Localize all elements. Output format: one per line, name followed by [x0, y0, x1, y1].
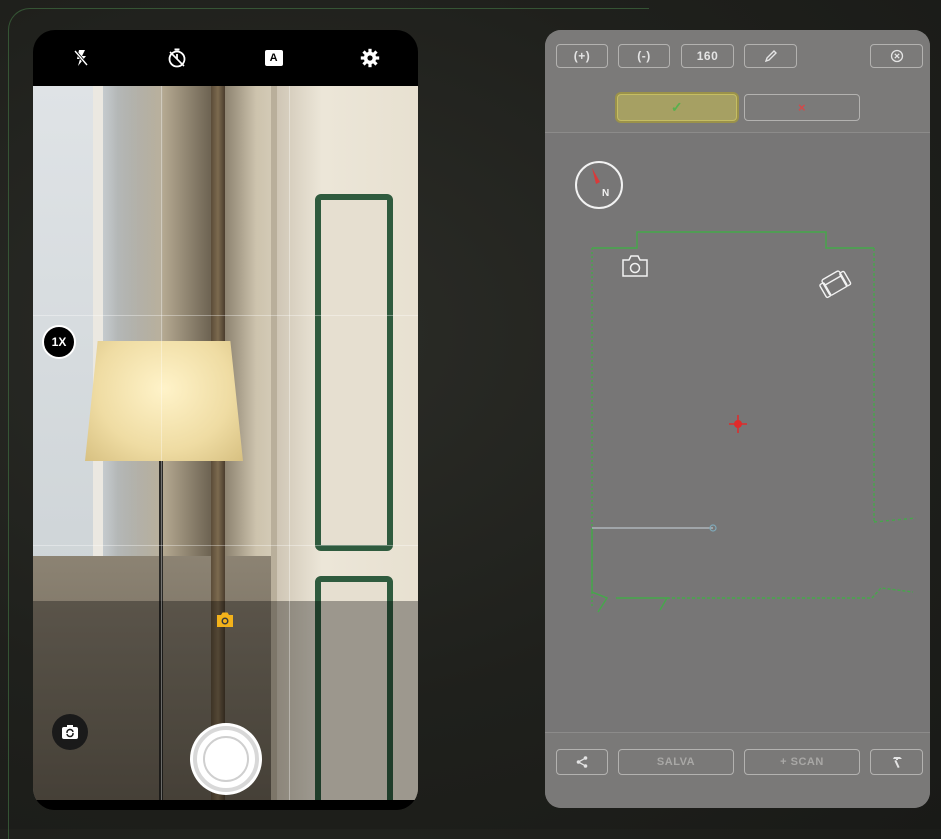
gear-icon[interactable] [357, 45, 383, 71]
switch-camera-button[interactable] [52, 714, 88, 750]
camera-icon[interactable] [622, 255, 648, 277]
save-button[interactable]: SALVA [618, 749, 734, 775]
door-panel-upper [315, 194, 393, 551]
measure-line[interactable] [592, 524, 717, 532]
share-button[interactable] [556, 749, 608, 775]
confirm-button[interactable]: ✓ [617, 94, 737, 121]
armchair-icon[interactable] [818, 268, 852, 299]
close-circle-icon [890, 49, 903, 63]
compass-icon[interactable]: N [575, 161, 623, 209]
grid-line [33, 315, 418, 316]
floorplan-editor: (+) (-) 160 ✓ × N SALVA + SCAN [545, 30, 930, 808]
auto-mode-label: A [269, 52, 278, 64]
zoom-out-label: (-) [637, 49, 651, 63]
room-walls[interactable] [591, 231, 917, 613]
camera-screen: 1X A [33, 30, 418, 810]
scale-value-button[interactable]: 160 [681, 44, 734, 68]
zoom-out-button[interactable]: (-) [618, 44, 670, 68]
zoom-label: 1X [51, 335, 67, 349]
camera-bottom-bar [33, 800, 418, 810]
grid-line [289, 86, 290, 800]
editor-bottom-bar: SALVA + SCAN [545, 732, 930, 808]
tools-button[interactable] [870, 749, 923, 775]
zoom-in-button[interactable]: (+) [556, 44, 608, 68]
flash-off-icon[interactable] [68, 45, 94, 71]
auto-mode-icon[interactable]: A [261, 45, 287, 71]
cancel-icon: × [797, 100, 807, 115]
crosshair-icon[interactable] [729, 415, 747, 433]
zoom-button[interactable]: 1X [42, 325, 76, 359]
camera-icon[interactable] [214, 611, 236, 629]
editor-toolbar: (+) (-) 160 ✓ × [545, 30, 930, 133]
floorplan-canvas[interactable]: N [545, 132, 930, 732]
grid-line [33, 545, 418, 546]
camera-viewfinder[interactable]: 1X [33, 86, 418, 800]
add-scan-button[interactable]: + SCAN [744, 749, 860, 775]
timer-icon[interactable] [164, 45, 190, 71]
draw-button[interactable] [744, 44, 797, 68]
shutter-inner [203, 736, 249, 782]
zoom-in-label: (+) [573, 49, 591, 63]
share-icon [576, 756, 588, 768]
add-scan-label: + SCAN [780, 756, 824, 768]
shutter-button[interactable] [193, 726, 259, 792]
pencil-icon [764, 50, 777, 63]
camera-top-bar: A [33, 30, 418, 86]
check-icon: ✓ [670, 99, 684, 115]
compass-label: N [602, 188, 609, 199]
close-button[interactable] [870, 44, 923, 68]
hammer-icon [892, 757, 902, 769]
grid-line [161, 86, 162, 800]
window-scene [33, 86, 103, 566]
save-label: SALVA [656, 756, 696, 768]
cancel-button[interactable]: × [744, 94, 860, 121]
scale-value: 160 [696, 49, 719, 63]
floorplan-drawing: N [575, 161, 917, 613]
lamp-shade-scene [85, 341, 243, 461]
switch-camera-icon [62, 725, 78, 739]
